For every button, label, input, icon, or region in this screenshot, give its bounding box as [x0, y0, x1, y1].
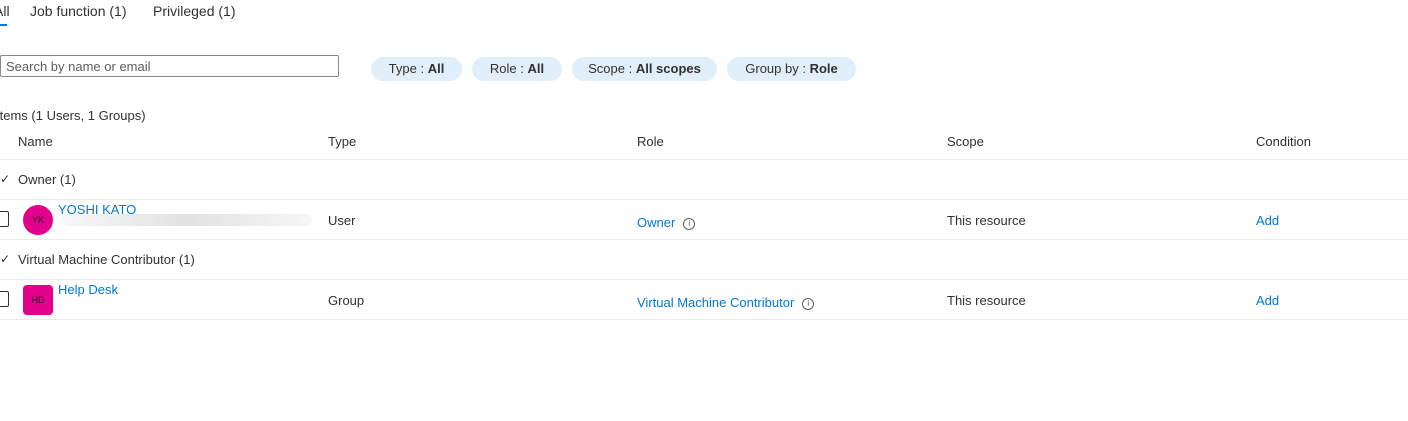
type-cell: User [328, 213, 356, 228]
add-condition-link[interactable]: Add [1256, 293, 1279, 308]
row-divider [0, 279, 1408, 280]
filter-scope-value: All scopes [635, 61, 701, 76]
row-divider [0, 199, 1408, 200]
scope-cell: This resource [947, 213, 1026, 228]
add-condition-link[interactable]: Add [1256, 213, 1279, 228]
group-by-value: Role [809, 61, 838, 76]
group-label: Owner (1) [18, 172, 76, 187]
header-divider [0, 159, 1408, 160]
tab-bar: All Job function (1) Privileged (1) [0, 0, 400, 28]
group-by-pill[interactable]: Group by : Role [727, 57, 856, 81]
info-icon[interactable]: i [802, 297, 815, 310]
group-label: Virtual Machine Contributor (1) [18, 252, 195, 267]
filter-type-value: All [427, 61, 445, 76]
role-cell: Owner i [637, 215, 696, 230]
tab-active-indicator [0, 24, 7, 26]
chevron-down-icon[interactable]: ✓ [0, 172, 10, 186]
role-assignments-page: All Job function (1) Privileged (1) Type… [0, 0, 1408, 421]
scope-cell: This resource [947, 293, 1026, 308]
items-count: Items (1 Users, 1 Groups) [0, 108, 146, 123]
type-cell: Group [328, 293, 365, 308]
info-icon[interactable]: i [683, 217, 696, 230]
chevron-down-icon[interactable]: ✓ [0, 252, 10, 266]
principal-name-link[interactable]: Help Desk [58, 282, 118, 297]
filter-type-pill[interactable]: Type : All [371, 57, 462, 81]
row-divider [0, 319, 1408, 320]
filter-type-label: Type : [388, 61, 428, 76]
avatar: HD [23, 285, 53, 315]
column-header-role[interactable]: Role [637, 134, 664, 149]
column-header-name[interactable]: Name [18, 134, 53, 149]
row-divider [0, 239, 1408, 240]
search-box [0, 55, 339, 77]
filter-role-label: Role : [489, 61, 528, 76]
column-header-type[interactable]: Type [328, 134, 356, 149]
column-header-condition[interactable]: Condition [1256, 134, 1311, 149]
role-cell: Virtual Machine Contributor i [637, 295, 815, 310]
column-header-scope[interactable]: Scope [947, 134, 984, 149]
filter-scope-label: Scope : [588, 61, 636, 76]
tab-all[interactable]: All [0, 3, 10, 19]
tab-job-function[interactable]: Job function (1) [30, 3, 127, 19]
row-checkbox[interactable] [0, 211, 9, 227]
filter-role-value: All [527, 61, 545, 76]
row-checkbox[interactable] [0, 291, 9, 307]
tab-privileged[interactable]: Privileged (1) [153, 3, 235, 19]
search-input[interactable] [6, 57, 338, 75]
role-link[interactable]: Owner [637, 215, 675, 230]
redacted-email [62, 214, 312, 226]
avatar: YK [23, 205, 53, 235]
role-link[interactable]: Virtual Machine Contributor [637, 295, 794, 310]
filter-scope-pill[interactable]: Scope : All scopes [572, 57, 717, 81]
group-by-label: Group by : [745, 61, 810, 76]
filter-role-pill[interactable]: Role : All [472, 57, 562, 81]
